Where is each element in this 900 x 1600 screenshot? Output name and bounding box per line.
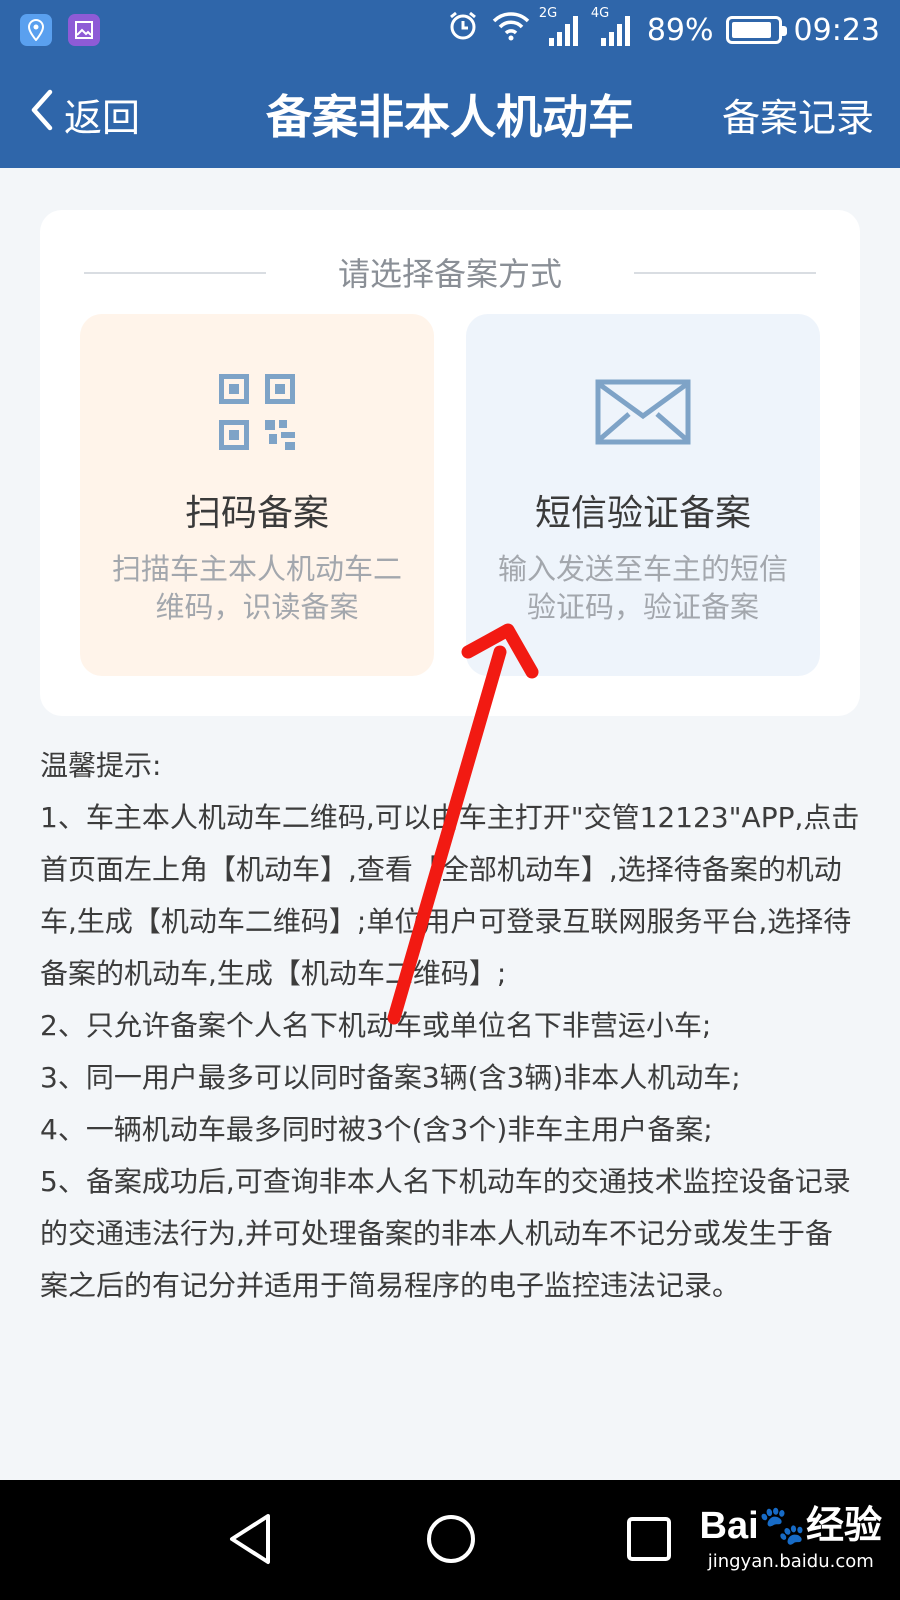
baidu-logo-suffix: 经验 bbox=[805, 1505, 882, 1547]
network-2g-label: 2G bbox=[538, 6, 558, 21]
envelope-icon bbox=[466, 370, 820, 454]
baidu-logo-text: Bai bbox=[699, 1505, 759, 1547]
scan-filing-option[interactable]: 扫码备案 扫描车主本人机动车二 维码，识读备案 bbox=[80, 314, 434, 676]
back-button[interactable]: 返回 bbox=[28, 60, 140, 168]
option-description-line: 维码，识读备案 bbox=[155, 590, 359, 624]
system-back-button[interactable] bbox=[218, 1506, 284, 1572]
tips-heading: 温馨提示: bbox=[40, 749, 162, 782]
option-title: 扫码备案 bbox=[184, 493, 329, 534]
battery-icon bbox=[725, 16, 787, 44]
chevron-left-icon bbox=[28, 88, 56, 141]
battery-level bbox=[731, 22, 771, 38]
battery-percent: 89% bbox=[646, 12, 714, 48]
alarm-icon bbox=[447, 10, 479, 50]
option-description-line: 验证码，验证备案 bbox=[526, 590, 759, 624]
baidu-watermark: Bai🐾经验 jingyan.baidu.com bbox=[700, 1494, 882, 1572]
option-description-line: 扫描车主本人机动车二 bbox=[111, 552, 402, 586]
tip-item: 4、一辆机动车最多同时被3个(含3个)非车主用户备案; bbox=[40, 1113, 713, 1146]
status-bar: 2G 4G 89% 09:23 bbox=[0, 0, 900, 60]
tip-item: 1、车主本人机动车二维码,可以由车主打开"交管12123"APP,点击首页面左上… bbox=[40, 801, 860, 990]
system-nav-bar: Bai🐾经验 jingyan.baidu.com bbox=[0, 1480, 900, 1600]
card-heading-text: 请选择备案方式 bbox=[337, 255, 562, 293]
system-recents-button[interactable] bbox=[616, 1506, 682, 1572]
nav-bar: 返回 备案非本人机动车 备案记录 bbox=[0, 60, 900, 168]
system-home-button[interactable] bbox=[418, 1506, 484, 1572]
records-button[interactable]: 备案记录 bbox=[722, 60, 874, 168]
gallery-app-icon bbox=[68, 14, 100, 46]
option-description: 扫描车主本人机动车二 维码，识读备案 bbox=[102, 550, 412, 626]
baidu-logo: Bai🐾经验 bbox=[700, 1494, 882, 1549]
tip-item: 5、备案成功后,可查询非本人名下机动车的交通技术监控设备记录的交通违法行为,并可… bbox=[40, 1165, 851, 1302]
tip-item: 2、只允许备案个人名下机动车或单位名下非营运小车; bbox=[40, 1009, 712, 1042]
signal-icon: 4G bbox=[591, 6, 635, 50]
wifi-icon bbox=[491, 10, 531, 50]
network-4g-label: 4G bbox=[590, 6, 610, 21]
option-title: 短信验证备案 bbox=[534, 493, 751, 534]
location-app-icon bbox=[20, 14, 52, 46]
qr-code-icon bbox=[80, 370, 434, 454]
sms-filing-option[interactable]: 短信验证备案 输入发送至车主的短信 验证码，验证备案 bbox=[466, 314, 820, 676]
divider bbox=[634, 272, 816, 274]
tip-item: 3、同一用户最多可以同时备案3辆(含3辆)非本人机动车; bbox=[40, 1061, 741, 1094]
tips-section: 温馨提示: 1、车主本人机动车二维码,可以由车主打开"交管12123"APP,点… bbox=[40, 740, 860, 1312]
option-description-line: 输入发送至车主的短信 bbox=[497, 552, 788, 586]
signal-icon: 2G bbox=[539, 6, 583, 50]
clock: 09:23 bbox=[793, 12, 880, 48]
filing-method-card: 请选择备案方式 扫码备案 扫描车主本人机动车二 维码，识读备案 短信验证备案 输… bbox=[40, 210, 860, 716]
card-heading: 请选择备案方式 bbox=[40, 252, 860, 293]
option-description: 输入发送至车主的短信 验证码，验证备案 bbox=[488, 550, 798, 626]
baidu-url: jingyan.baidu.com bbox=[707, 1551, 874, 1572]
back-label: 返回 bbox=[64, 95, 141, 140]
paw-icon: 🐾 bbox=[758, 1505, 806, 1547]
divider bbox=[84, 272, 266, 274]
